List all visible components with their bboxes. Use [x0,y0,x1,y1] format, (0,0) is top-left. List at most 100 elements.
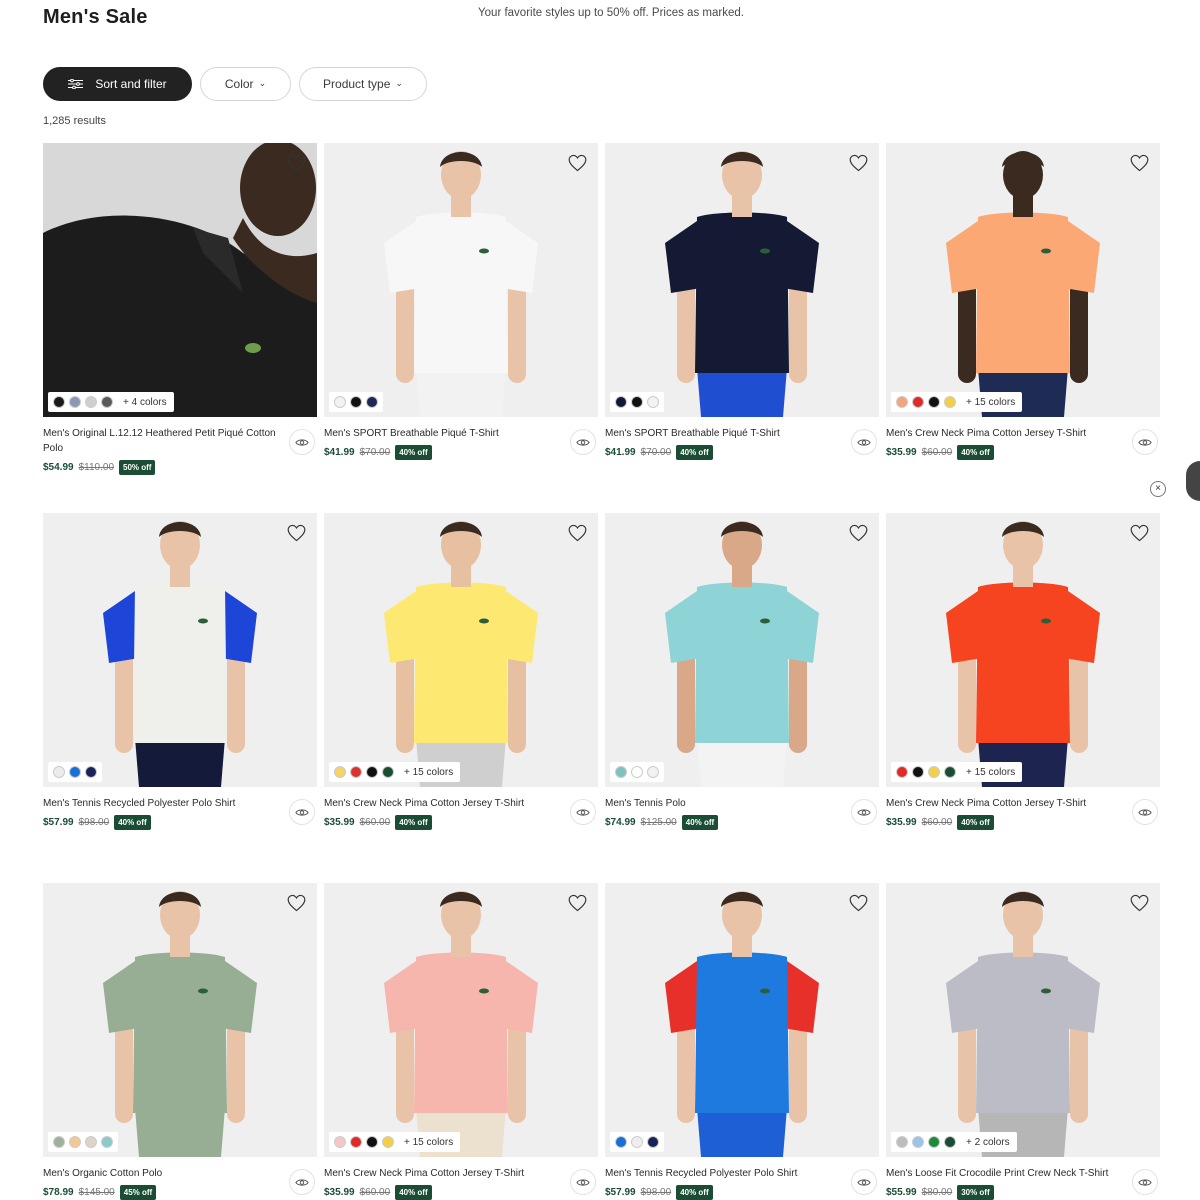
color-swatch[interactable] [334,766,346,778]
product-name[interactable]: Men's Organic Cotton Polo [43,1166,277,1181]
product-card[interactable]: + 15 colors Men's Crew Neck Pima Cotton J… [324,513,598,883]
product-image[interactable]: + 15 colors [886,143,1160,417]
color-swatch[interactable] [69,1136,81,1148]
color-swatch[interactable] [896,396,908,408]
color-swatch[interactable] [615,1136,627,1148]
color-swatch[interactable] [53,1136,65,1148]
product-image[interactable] [43,513,317,787]
color-swatch[interactable] [896,766,908,778]
color-swatch[interactable] [53,396,65,408]
product-name[interactable]: Men's Original L.12.12 Heathered Petit P… [43,426,277,456]
quick-view-eye-icon[interactable] [570,799,596,825]
color-swatch[interactable] [615,766,627,778]
quick-view-eye-icon[interactable] [289,799,315,825]
heart-icon[interactable] [1130,894,1149,912]
color-swatch[interactable] [912,1136,924,1148]
color-swatch[interactable] [912,766,924,778]
product-card[interactable]: Men's Tennis Polo $74.99 $125.00 40% off [605,513,879,883]
heart-icon[interactable] [568,894,587,912]
product-name[interactable]: Men's Tennis Recycled Polyester Polo Shi… [43,796,277,811]
color-swatch[interactable] [647,396,659,408]
color-swatch[interactable] [928,766,940,778]
heart-icon[interactable] [1130,154,1149,172]
color-swatch[interactable] [101,396,113,408]
more-colors-label[interactable]: + 2 colors [966,1137,1012,1148]
quick-view-eye-icon[interactable] [570,1169,596,1195]
side-widget-tab[interactable] [1186,461,1200,501]
product-name[interactable]: Men's Loose Fit Crocodile Print Crew Nec… [886,1166,1120,1181]
color-swatch[interactable] [69,396,81,408]
product-card[interactable]: Men's Tennis Recycled Polyester Polo Shi… [43,513,317,883]
color-swatch[interactable] [366,1136,378,1148]
heart-icon[interactable] [568,154,587,172]
product-card[interactable]: Men's SPORT Breathable Piqué T-Shirt $41.… [324,143,598,513]
quick-view-eye-icon[interactable] [570,429,596,455]
product-name[interactable]: Men's Tennis Polo [605,796,839,811]
heart-icon[interactable] [568,524,587,542]
product-image[interactable]: + 15 colors [324,513,598,787]
color-swatch[interactable] [334,1136,346,1148]
product-image[interactable] [605,883,879,1157]
heart-icon[interactable] [849,894,868,912]
color-swatch[interactable] [631,1136,643,1148]
more-colors-label[interactable]: + 15 colors [404,767,455,778]
product-name[interactable]: Men's Tennis Recycled Polyester Polo Shi… [605,1166,839,1181]
quick-view-eye-icon[interactable] [851,799,877,825]
color-swatch[interactable] [350,766,362,778]
color-swatch[interactable] [101,1136,113,1148]
color-swatch[interactable] [382,766,394,778]
more-colors-label[interactable]: + 15 colors [966,397,1017,408]
color-swatch[interactable] [85,1136,97,1148]
heart-icon[interactable] [287,524,306,542]
heart-icon[interactable] [1130,524,1149,542]
color-swatch[interactable] [85,396,97,408]
sort-and-filter-button[interactable]: Sort and filter [43,67,192,101]
quick-view-eye-icon[interactable] [289,1169,315,1195]
product-name[interactable]: Men's Crew Neck Pima Cotton Jersey T-Shi… [324,1166,558,1181]
more-colors-label[interactable]: + 4 colors [123,397,169,408]
product-name[interactable]: Men's Crew Neck Pima Cotton Jersey T-Shi… [886,426,1120,441]
color-swatch[interactable] [53,766,65,778]
close-icon[interactable]: × [1150,481,1166,497]
product-name[interactable]: Men's SPORT Breathable Piqué T-Shirt [324,426,558,441]
color-swatch[interactable] [366,396,378,408]
heart-icon[interactable] [287,894,306,912]
product-card[interactable]: + 15 colors Men's Crew Neck Pima Cotton J… [886,143,1160,513]
more-colors-label[interactable]: + 15 colors [966,767,1017,778]
more-colors-label[interactable]: + 15 colors [404,1137,455,1148]
product-card[interactable]: Men's SPORT Breathable Piqué T-Shirt $41.… [605,143,879,513]
product-card[interactable]: + 15 colors Men's Crew Neck Pima Cotton J… [886,513,1160,883]
color-swatch[interactable] [615,396,627,408]
color-swatch[interactable] [366,766,378,778]
product-image[interactable] [605,143,879,417]
product-image[interactable] [43,883,317,1157]
product-name[interactable]: Men's Crew Neck Pima Cotton Jersey T-Shi… [324,796,558,811]
color-swatch[interactable] [334,396,346,408]
color-swatch[interactable] [912,396,924,408]
quick-view-eye-icon[interactable] [851,1169,877,1195]
product-image[interactable]: + 4 colors [43,143,317,417]
color-filter-dropdown[interactable]: Color ⌄ [200,67,291,101]
color-swatch[interactable] [69,766,81,778]
product-image[interactable] [324,143,598,417]
color-swatch[interactable] [944,1136,956,1148]
color-swatch[interactable] [896,1136,908,1148]
product-image[interactable] [605,513,879,787]
product-card[interactable]: + 2 colors Men's Loose Fit Crocodile Prin… [886,883,1160,1200]
color-swatch[interactable] [944,396,956,408]
color-swatch[interactable] [631,396,643,408]
product-card[interactable]: Men's Organic Cotton Polo $78.99 $145.00 45… [43,883,317,1200]
color-swatch[interactable] [944,766,956,778]
color-swatch[interactable] [928,396,940,408]
color-swatch[interactable] [631,766,643,778]
quick-view-eye-icon[interactable] [851,429,877,455]
color-swatch[interactable] [350,1136,362,1148]
heart-icon[interactable] [287,154,306,172]
product-image[interactable]: + 2 colors [886,883,1160,1157]
color-swatch[interactable] [350,396,362,408]
product-card[interactable]: + 15 colors Men's Crew Neck Pima Cotton J… [324,883,598,1200]
color-swatch[interactable] [928,1136,940,1148]
product-name[interactable]: Men's Crew Neck Pima Cotton Jersey T-Shi… [886,796,1120,811]
heart-icon[interactable] [849,154,868,172]
color-swatch[interactable] [647,1136,659,1148]
